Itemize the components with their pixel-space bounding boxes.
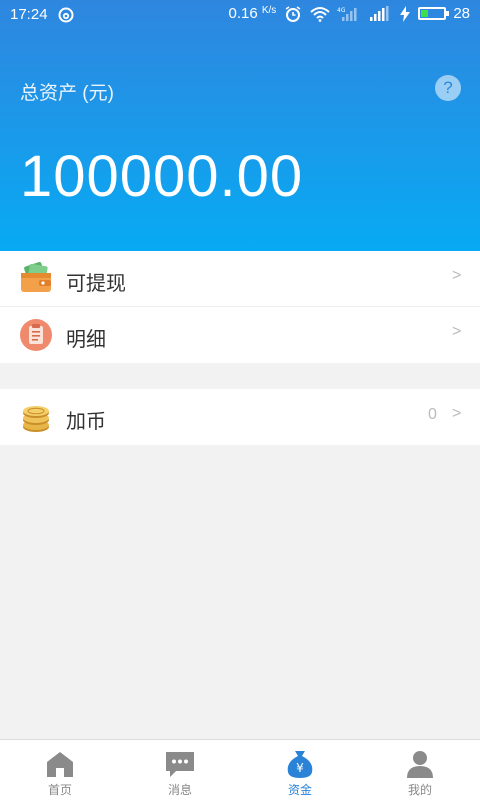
home-icon bbox=[47, 752, 73, 777]
total-assets-label: 总资产 (元) bbox=[20, 83, 114, 104]
charging-icon bbox=[400, 5, 411, 22]
coin-row[interactable]: 加币 0 > bbox=[0, 389, 480, 445]
withdrawable-row[interactable]: 可提现 > bbox=[0, 251, 480, 307]
nav-messages-label: 消息 bbox=[167, 783, 192, 797]
netease-music-icon bbox=[58, 7, 74, 22]
message-icon bbox=[166, 752, 194, 777]
status-time: 17:24 bbox=[10, 6, 48, 23]
nav-funds[interactable]: ¥ 资金 bbox=[240, 740, 360, 800]
funds-section: 可提现 > 明细 > bbox=[0, 251, 480, 363]
coin-section: 加币 0 > bbox=[0, 389, 480, 445]
signal-4g-icon: 4G bbox=[337, 7, 357, 21]
nav-home[interactable]: 首页 bbox=[0, 740, 120, 800]
chevron-right-icon: > bbox=[452, 323, 462, 340]
signal-icon bbox=[370, 5, 389, 21]
battery-level: 28 bbox=[453, 5, 470, 22]
user-icon bbox=[407, 751, 433, 778]
bottom-nav: 首页 消息 ¥ 资金 我的 bbox=[0, 739, 480, 800]
alarm-icon bbox=[285, 5, 301, 22]
coin-label: 加币 bbox=[66, 411, 106, 433]
wifi-icon bbox=[310, 6, 330, 22]
battery-icon bbox=[418, 7, 450, 20]
nav-me-label: 我的 bbox=[407, 783, 432, 797]
svg-text:¥: ¥ bbox=[296, 761, 304, 775]
nav-messages[interactable]: 消息 bbox=[120, 740, 240, 800]
help-button[interactable]: ? bbox=[435, 75, 461, 101]
nav-home-label: 首页 bbox=[47, 783, 72, 797]
coin-count: 0 bbox=[428, 406, 437, 423]
details-row[interactable]: 明细 > bbox=[0, 307, 480, 363]
wallet-icon bbox=[21, 262, 51, 292]
chevron-right-icon: > bbox=[452, 405, 462, 422]
clipboard-icon bbox=[20, 319, 52, 351]
chevron-right-icon: > bbox=[452, 267, 462, 284]
assets-header: 17:24 0.16 K/s 4G 28 总资产 (元) ? 100000.00 bbox=[0, 0, 480, 251]
status-bar: 17:24 0.16 K/s 4G 28 bbox=[0, 0, 480, 30]
nav-funds-label: 资金 bbox=[287, 783, 312, 797]
withdrawable-label: 可提现 bbox=[66, 273, 126, 295]
svg-text:4G: 4G bbox=[337, 7, 346, 14]
net-speed: 0.16 K/s bbox=[228, 5, 277, 22]
nav-me[interactable]: 我的 bbox=[360, 740, 480, 800]
coins-icon bbox=[23, 406, 49, 432]
details-label: 明细 bbox=[66, 329, 106, 351]
total-assets-amount: 100000.00 bbox=[20, 144, 304, 209]
money-bag-icon: ¥ bbox=[287, 751, 313, 778]
